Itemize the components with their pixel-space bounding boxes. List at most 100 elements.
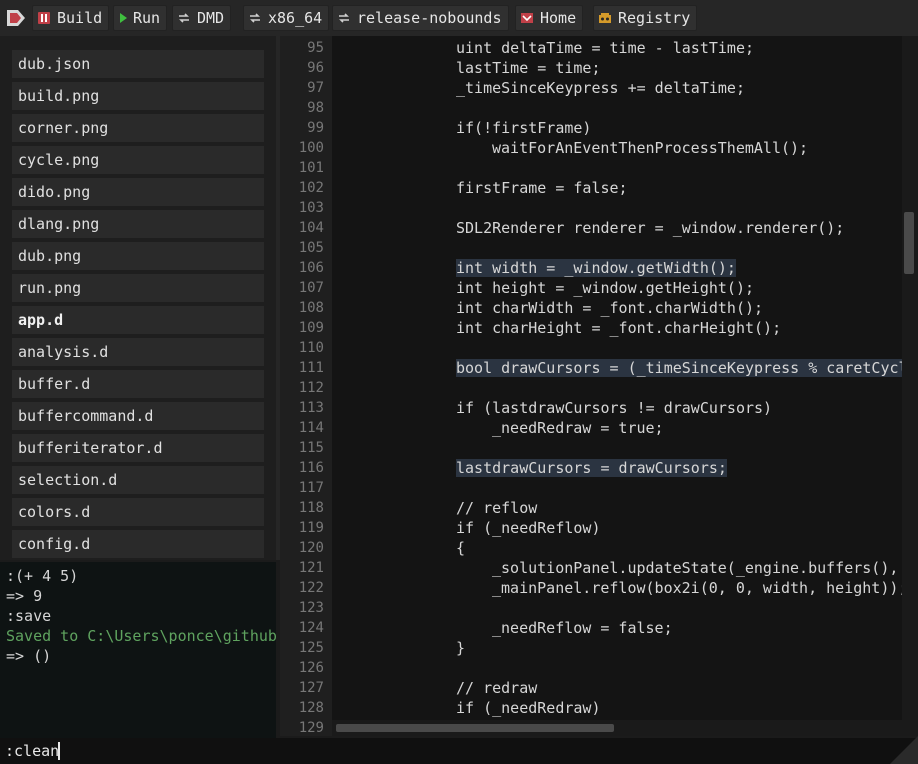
code-line-text: _solutionPanel.updateState(_engine.buffe… xyxy=(492,559,899,577)
file-item-active[interactable]: app.d xyxy=(12,306,264,334)
line-number: 127 xyxy=(298,680,324,696)
editor-horizontal-scroll-thumb[interactable] xyxy=(336,724,614,732)
cycle-icon xyxy=(339,13,349,23)
line-number: 114 xyxy=(298,420,324,436)
code-line: firstFrame = false; xyxy=(456,178,628,198)
code-line-text: if (_needReflow) xyxy=(456,519,601,537)
code-line-text: lastdrawCursors = drawCursors; xyxy=(456,459,727,477)
code-line: lastTime = time; xyxy=(456,58,601,78)
console-line: :(+ 4 5) xyxy=(6,567,79,585)
arch-select-button[interactable]: x86_64 xyxy=(243,5,330,31)
code-line-text: waitForAnEventThenProcessThemAll(); xyxy=(492,139,809,157)
line-number: 98 xyxy=(307,100,324,116)
code-line-text: { xyxy=(456,539,466,557)
cycle-icon xyxy=(250,13,260,23)
file-item[interactable]: build.png xyxy=(12,82,264,110)
code-line-text: uint deltaTime = time - lastTime; xyxy=(456,39,755,57)
code-line-text: int width = _window.getWidth(); xyxy=(456,259,736,277)
code-line-text: } xyxy=(456,639,466,657)
command-line-input[interactable]: :clean xyxy=(5,741,59,761)
file-item[interactable]: cycle.png xyxy=(12,146,264,174)
code-line: if (_needRedraw) xyxy=(456,698,601,718)
code-editor[interactable]: uint deltaTime = time - lastTime; lastTim… xyxy=(332,36,902,720)
console-line: :save xyxy=(6,607,52,625)
line-number: 121 xyxy=(298,560,324,576)
code-line-text: if (_needRedraw) xyxy=(456,699,601,717)
dido-logo-icon xyxy=(7,10,25,26)
code-line: int width = _window.getWidth(); xyxy=(456,258,736,278)
cycle-icon xyxy=(179,13,189,23)
line-number: 100 xyxy=(298,140,324,156)
line-number: 124 xyxy=(298,620,324,636)
line-number: 96 xyxy=(307,60,324,76)
line-number: 112 xyxy=(298,380,324,396)
play-icon xyxy=(120,13,127,23)
line-number: 110 xyxy=(298,340,324,356)
console-line-success: Saved to C:\Users\ponce\github xyxy=(6,627,276,645)
code-line: int charHeight = _font.charHeight(); xyxy=(456,318,781,338)
code-line: _needReflow = false; xyxy=(492,618,673,638)
file-item[interactable]: bufferiterator.d xyxy=(12,434,264,462)
file-item[interactable]: config.d xyxy=(12,530,264,558)
file-item[interactable]: dub.json xyxy=(12,50,264,78)
command-line-bar[interactable] xyxy=(0,738,918,764)
file-item[interactable]: selection.d xyxy=(12,466,264,494)
line-number: 129 xyxy=(298,720,324,736)
home-button-label: Home xyxy=(540,9,577,27)
code-line: // reflow xyxy=(456,498,537,518)
line-number: 125 xyxy=(298,640,324,656)
resize-corner-icon[interactable] xyxy=(890,736,918,764)
line-number: 111 xyxy=(298,360,324,376)
code-line: { xyxy=(456,538,465,558)
run-button-label: Run xyxy=(133,9,161,27)
file-item[interactable]: analysis.d xyxy=(12,338,264,366)
line-number: 103 xyxy=(298,200,324,216)
code-line: waitForAnEventThenProcessThemAll(); xyxy=(492,138,808,158)
line-number-gutter: 95 96 97 98 99 100 101 102 103 104 105 106 107 108 109… xyxy=(280,36,332,736)
code-line: int charWidth = _font.charWidth(); xyxy=(456,298,763,318)
line-number: 108 xyxy=(298,300,324,316)
toolbar: Build Run DMD x86_64 release-nobounds Ho… xyxy=(0,0,918,36)
file-list-panel: dub.json build.png corner.png cycle.png … xyxy=(0,36,276,560)
code-line: lastdrawCursors = drawCursors; xyxy=(456,458,727,478)
file-item[interactable]: dido.png xyxy=(12,178,264,206)
registry-button[interactable]: Registry xyxy=(593,5,698,31)
compiler-select-button[interactable]: DMD xyxy=(172,5,232,31)
code-line: bool drawCursors = (_timeSinceKeypress %… xyxy=(456,358,902,378)
code-line-text: // reflow xyxy=(456,499,538,517)
code-line: if (_needReflow) xyxy=(456,518,601,538)
code-line-text: // redraw xyxy=(456,679,538,697)
home-icon xyxy=(521,13,533,23)
line-number: 117 xyxy=(298,480,324,496)
build-button[interactable]: Build xyxy=(32,5,110,31)
editor-vertical-scroll-thumb[interactable] xyxy=(904,212,914,274)
console-output: :(+ 4 5) => 9 :save Saved to C:\Users\po… xyxy=(0,562,276,738)
editor-vertical-scrollbar[interactable] xyxy=(902,36,918,736)
build-type-select-button[interactable]: release-nobounds xyxy=(332,5,509,31)
registry-button-label: Registry xyxy=(618,9,691,27)
line-number: 123 xyxy=(298,600,324,616)
file-item[interactable]: buffercommand.d xyxy=(12,402,264,430)
line-number: 122 xyxy=(298,580,324,596)
run-button[interactable]: Run xyxy=(113,5,168,31)
console-line: => () xyxy=(6,647,52,665)
console-line: => 9 xyxy=(6,587,43,605)
file-item[interactable]: colors.d xyxy=(12,498,264,526)
code-line: uint deltaTime = time - lastTime; xyxy=(456,38,754,58)
line-number: 119 xyxy=(298,520,324,536)
file-item[interactable]: dlang.png xyxy=(12,210,264,238)
file-item[interactable]: run.png xyxy=(12,274,264,302)
line-number: 115 xyxy=(298,440,324,456)
text-caret xyxy=(58,742,60,760)
arch-select-label: x86_64 xyxy=(268,9,323,27)
file-item[interactable]: buffer.d xyxy=(12,370,264,398)
home-button[interactable]: Home xyxy=(515,5,584,31)
code-line: if(!firstFrame) xyxy=(456,118,591,138)
line-number: 126 xyxy=(298,660,324,676)
line-number: 95 xyxy=(307,40,324,56)
file-item[interactable]: corner.png xyxy=(12,114,264,142)
code-line: if (lastdrawCursors != drawCursors) xyxy=(456,398,772,418)
file-item[interactable]: dub.png xyxy=(12,242,264,270)
line-number: 109 xyxy=(298,320,324,336)
line-number: 105 xyxy=(298,240,324,256)
